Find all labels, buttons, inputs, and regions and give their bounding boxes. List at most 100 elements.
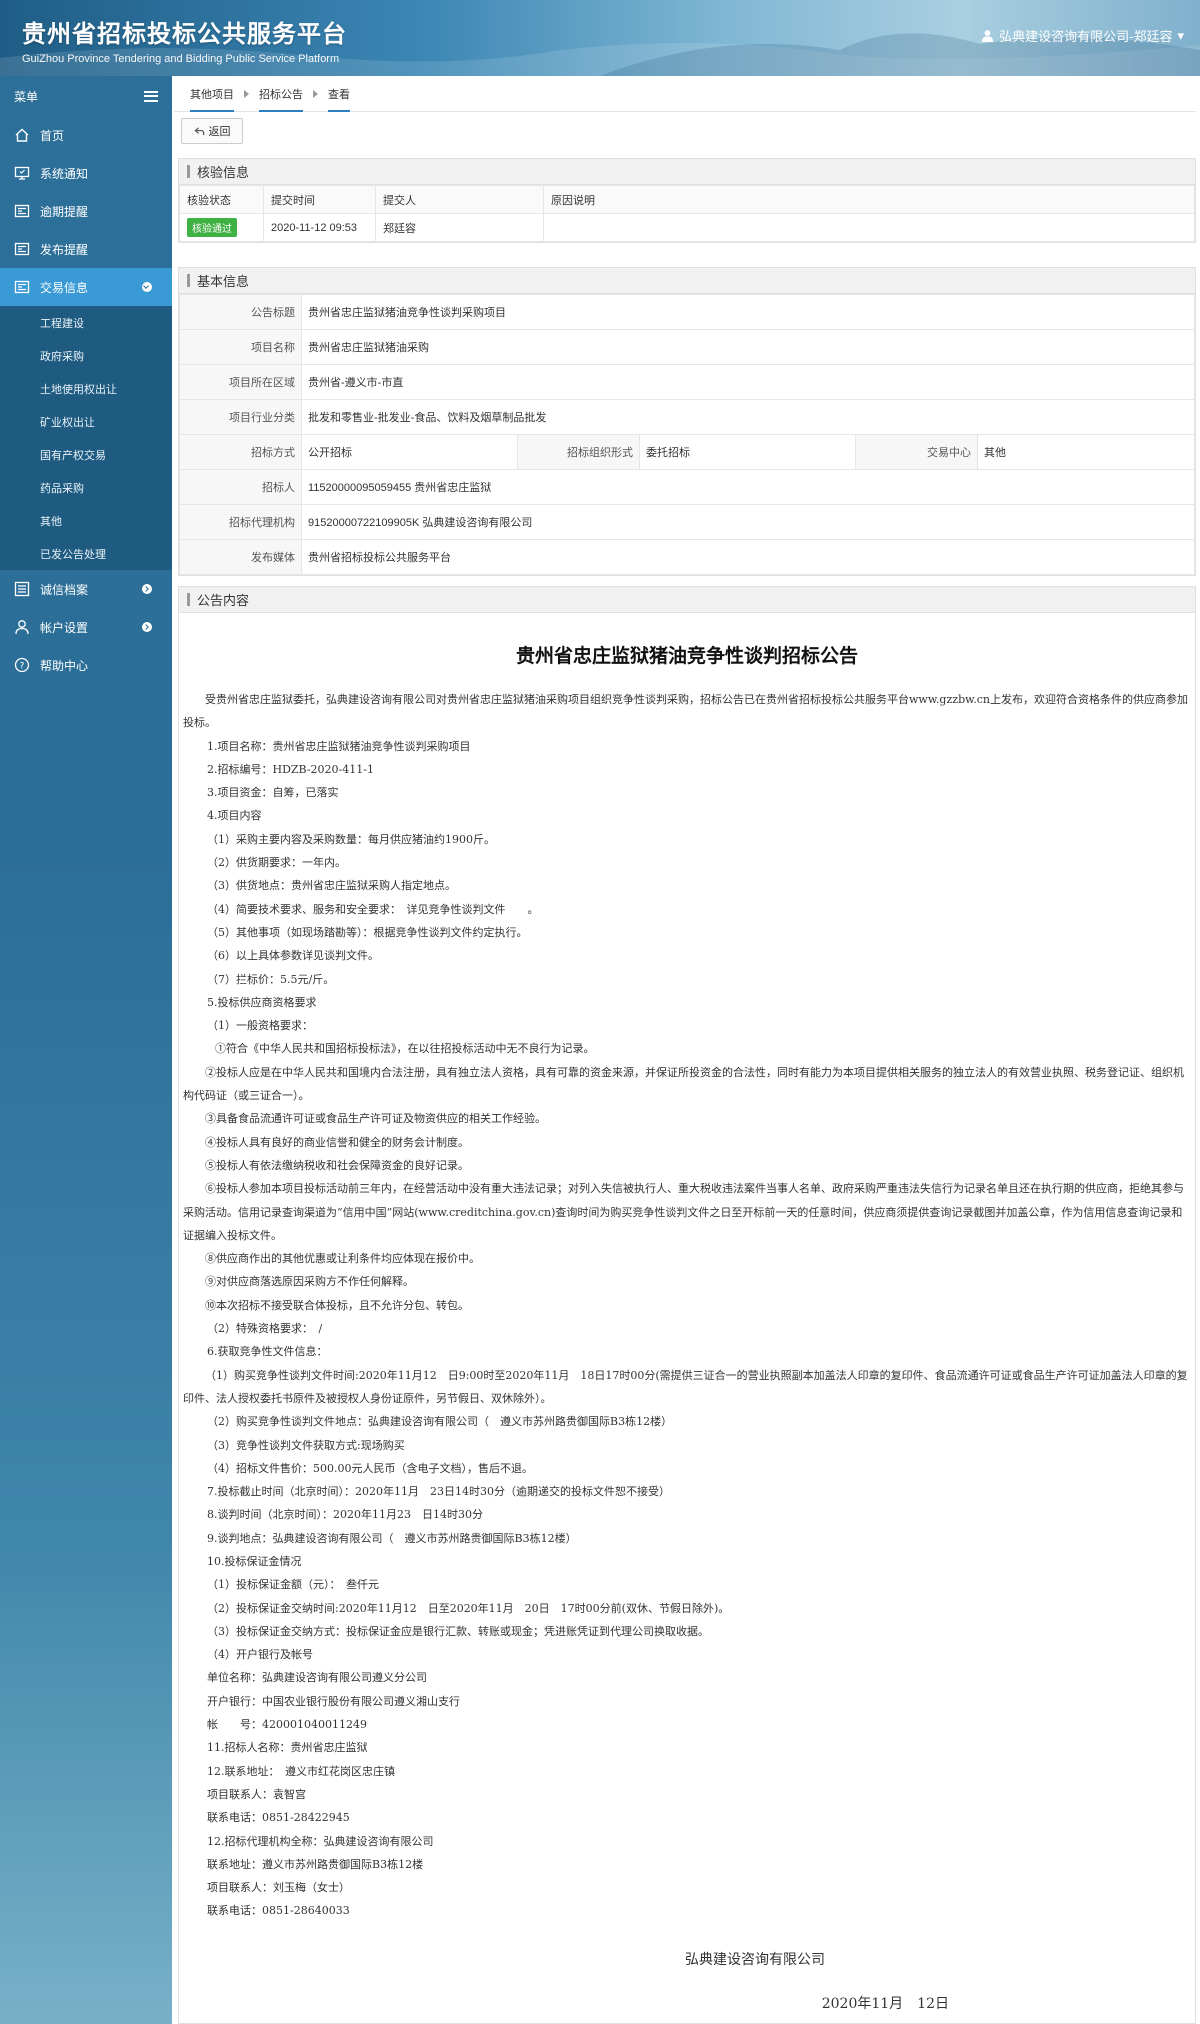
news-icon [14,279,30,295]
sidebar-item-notice[interactable]: 系统通知 [0,154,172,192]
announcement-paragraph: （5）其他事项（如现场踏勘等）：根据竞争性谈判文件约定执行。 [207,925,528,939]
sidebar-subitem[interactable]: 药品采购 [0,471,172,504]
sidebar-item-label: 首页 [40,128,65,143]
breadcrumb-item[interactable]: 其他项目 [190,76,234,112]
announcement-panel: 公告内容 贵州省忠庄监狱猪油竞争性谈判招标公告 受贵州省忠庄监狱委托，弘典建设咨… [178,586,1196,2024]
sidebar-item-overdue[interactable]: 逾期提醒 [0,192,172,230]
chevron-right-icon [142,584,152,594]
user-icon [981,30,994,42]
column-header: 原因说明 [543,185,1195,214]
region-value: 贵州省-遵义市-市直 [301,364,1195,400]
site-subtitle: GuiZhou Province Tendering and Bidding P… [22,53,340,65]
sidebar-item-credit[interactable]: 诚信档案 [0,570,172,608]
field-label: 招标方式 [179,434,302,470]
sidebar-item-help[interactable]: ? 帮助中心 [0,646,172,684]
announcement-title-value: 贵州省忠庄监狱猪油竞争性谈判采购项目 [301,294,1195,330]
breadcrumb-item[interactable]: 查看 [328,76,350,112]
field-label: 项目名称 [179,329,302,365]
announcement-paragraph: （2）投标保证金交纳时间:2020年11月12 日至2020年11月 20日 1… [207,1601,730,1615]
announcement-paragraph: ⑤投标人有依法缴纳税收和社会保障资金的良好记录。 [205,1158,469,1172]
agency-value: 91520000722109905K 弘典建设咨询有限公司 [301,504,1195,540]
sidebar-item-label: 帮助中心 [40,658,89,673]
media-value: 贵州省招标投标公共服务平台 [301,539,1195,575]
announcement-paragraph: 6.获取竞争性文件信息： [207,1345,328,1359]
back-icon [193,126,204,135]
announcement-paragraph: 5.投标供应商资格要求 [207,995,317,1009]
field-label: 发布媒体 [179,539,302,575]
industry-value: 批发和零售业-批发业-食品、饮料及烟草制品批发 [301,399,1195,435]
field-label: 项目行业分类 [179,399,302,435]
panel-header: 核验信息 [179,159,1195,185]
sidebar-item-label: 帐户设置 [40,620,89,635]
announcement-paragraph: ④投标人具有良好的商业信誉和健全的财务会计制度。 [205,1135,469,1149]
method-value: 公开招标 [301,434,518,470]
sidebar-item-publish[interactable]: 发布提醒 [0,230,172,268]
user-menu[interactable]: 弘典建设咨询有限公司-郑廷容 ▾ [981,26,1184,45]
announcement-paragraph: ⑨对供应商落选原因采购方不作任何解释。 [205,1275,414,1289]
sidebar-subitem[interactable]: 矿业权出让 [0,405,172,438]
monitor-icon [14,165,30,181]
breadcrumb-separator [313,89,318,98]
brand: 贵州省招标投标公共服务平台 GuiZhou Province Tendering… [22,14,347,65]
announcement-paragraph: （1）采购主要内容及采购数量：每月供应猪油约1900斤。 [207,832,495,846]
back-label: 返回 [208,126,231,138]
sidebar-subitem[interactable]: 政府采购 [0,339,172,372]
sidebar-item-home[interactable]: 首页 [0,116,172,154]
announcement-paragraph: 12.招标代理机构全称：弘典建设咨询有限公司 [207,1834,434,1848]
announcement-paragraph: 联系地址：遵义市苏州路贵御国际B3栋12楼 [207,1857,424,1871]
hamburger-icon[interactable] [144,90,158,102]
sidebar-subitem[interactable]: 已发公告处理 [0,537,172,570]
announcement-paragraph: 9.谈判地点：弘典建设咨询有限公司（ 遵义市苏州路贵御国际B3栋12楼） [207,1531,577,1545]
check-info-panel: 核验信息 核验状态 提交时间 提交人 原因说明 核验通过 2020-11-12 … [178,158,1196,243]
announcement-paragraph: （1）一般资格要求： [207,1019,313,1033]
announcement-paragraph: 联系电话：0851-28640033 [207,1904,350,1918]
sidebar-subitem[interactable]: 其他 [0,504,172,537]
basic-info-panel: 基本信息 公告标题 贵州省忠庄监狱猪油竞争性谈判采购项目 项目名称 贵州省忠庄监… [178,267,1196,576]
announcement-paragraph: （3）投标保证金交纳方式：投标保证金应是银行汇款、转账或现金；凭进账凭证到代理公… [207,1624,709,1638]
breadcrumb-item[interactable]: 招标公告 [259,76,303,112]
panel-header: 基本信息 [179,268,1195,294]
field-label: 项目所在区域 [179,364,302,400]
reason-cell [543,213,1195,242]
table-row: 核验通过 2020-11-12 09:53 郑廷容 [179,213,1195,242]
news-icon [14,203,30,219]
header: 贵州省招标投标公共服务平台 GuiZhou Province Tendering… [0,0,1200,76]
svg-text:?: ? [20,662,25,672]
caret-down-icon: ▾ [1177,27,1184,43]
table-row: 招标代理机构 91520000722109905K 弘典建设咨询有限公司 [179,504,1195,540]
sidebar-item-label: 发布提醒 [40,242,89,257]
sidebar-subitem[interactable]: 土地使用权出让 [0,372,172,405]
table-row: 招标方式 公开招标 招标组织形式 委托招标 交易中心 其他 [179,434,1195,470]
announcement-paragraph: （7）拦标价：5.5元/斤。 [207,972,335,986]
home-icon [14,127,30,143]
panel-title: 基本信息 [197,274,250,289]
sidebar-item-label: 系统通知 [40,166,89,181]
announcement-paragraph: ③具备食品流通许可证或食品生产许可证及物资供应的相关工作经验。 [205,1112,546,1126]
announcement-paragraph: （2）供货期要求：一年内。 [207,856,346,870]
sidebar-item-trade[interactable]: 交易信息 [0,268,172,306]
announcement-paragraph: 12.联系地址： 遵义市红花岗区忠庄镇 [207,1764,395,1778]
table-row: 公告标题 贵州省忠庄监狱猪油竞争性谈判采购项目 [179,294,1195,330]
table-row: 项目行业分类 批发和零售业-批发业-食品、饮料及烟草制品批发 [179,399,1195,435]
sidebar-item-account[interactable]: 帐户设置 [0,608,172,646]
announcement-paragraph: （4）招标文件售价：500.00元人民币（含电子文档），售后不退。 [207,1461,533,1475]
chevron-down-icon [142,282,152,292]
announcement-paragraph: （1）购买竞争性谈判文件时间:2020年11月12 日9:00时至2020年11… [183,1368,1188,1405]
announcement-paragraph: （3）供货地点：贵州省忠庄监狱采购人指定地点。 [207,879,456,893]
panel-title: 公告内容 [197,593,250,608]
check-table: 核验状态 提交时间 提交人 原因说明 核验通过 2020-11-12 09:53… [179,185,1195,242]
announcement-paragraph: （2）购买竞争性谈判文件地点：弘典建设咨询有限公司（ 遵义市苏州路贵御国际B3栋… [207,1415,673,1429]
back-button[interactable]: 返回 [181,118,243,144]
breadcrumb: 其他项目 招标公告 查看 [174,76,1196,112]
announcement-paragraph: 联系电话：0851-28422945 [207,1811,350,1825]
sidebar-item-label: 逾期提醒 [40,204,89,219]
field-label: 交易中心 [855,434,978,470]
breadcrumb-separator [244,89,249,98]
table-row: 项目所在区域 贵州省-遵义市-市直 [179,364,1195,400]
panel-header: 公告内容 [179,587,1195,613]
announcement-text: 受贵州省忠庄监狱委托，弘典建设咨询有限公司对贵州省忠庄监狱猪油采购项目组织竞争性… [183,688,1191,1923]
org-form-value: 委托招标 [639,434,856,470]
sidebar-subitem[interactable]: 工程建设 [0,306,172,339]
sidebar-subitem[interactable]: 国有产权交易 [0,438,172,471]
announcement-body: 贵州省忠庄监狱猪油竞争性谈判招标公告 受贵州省忠庄监狱委托，弘典建设咨询有限公司… [179,641,1195,2013]
